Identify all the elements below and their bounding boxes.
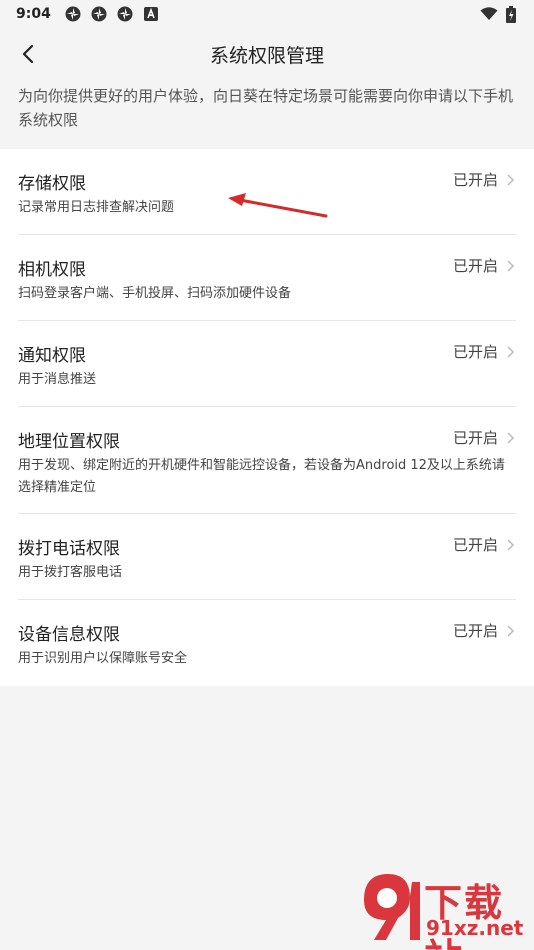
permission-status: 已开启: [453, 534, 516, 555]
permission-item-storage[interactable]: 存储权限 记录常用日志排查解决问题 已开启: [18, 149, 516, 235]
permission-status-text: 已开启: [452, 257, 498, 275]
header: 系统权限管理: [0, 28, 534, 80]
permission-name: 地理位置权限: [18, 432, 120, 452]
permission-status-text: 已开启: [452, 536, 498, 554]
wifi-icon: [480, 7, 498, 20]
permission-status-text: 已开启: [452, 171, 498, 189]
status-right: [480, 5, 516, 23]
chevron-left-icon: [22, 44, 34, 64]
permission-status-text: 已开启: [452, 622, 498, 640]
app-notification-icon: [117, 6, 133, 22]
watermark: 下载站 91xz.net: [358, 870, 526, 950]
permission-name: 设备信息权限: [18, 625, 120, 645]
permission-item-location[interactable]: 地理位置权限 用于发现、绑定附近的开机硬件和智能远控设备，若设备为Android…: [18, 407, 516, 514]
page-title: 系统权限管理: [209, 44, 324, 67]
chevron-right-icon: [507, 538, 515, 551]
chevron-right-icon: [507, 259, 515, 272]
permission-desc: 扫码登录客户端、手机投屏、扫码添加硬件设备: [18, 286, 292, 301]
permission-item-notification[interactable]: 通知权限 用于消息推送 已开启: [18, 321, 516, 407]
status-time: 9:04: [16, 6, 51, 22]
permission-status: 已开启: [453, 620, 516, 641]
permission-name: 拨打电话权限: [18, 539, 120, 559]
status-bar: 9:04: [0, 0, 534, 28]
permission-desc: 用于识别用户以保障账号安全: [18, 651, 188, 666]
permission-desc: 用于发现、绑定附近的开机硬件和智能远控设备，若设备为Android 12及以上系…: [18, 458, 505, 495]
chevron-right-icon: [507, 345, 515, 358]
status-left: 9:04: [16, 6, 159, 22]
watermark-text-bottom: 91xz.net: [426, 916, 524, 940]
watermark-logo-icon: [364, 874, 420, 940]
permissions-list: 存储权限 记录常用日志排查解决问题 已开启 相机权限 扫码登录客户端、手机投屏、…: [0, 149, 534, 686]
intro-text: 为向你提供更好的用户体验，向日葵在特定场景可能需要向你申请以下手机系统权限: [18, 87, 514, 129]
app-notification-icon: [91, 6, 107, 22]
chevron-right-icon: [507, 173, 515, 186]
chevron-right-icon: [507, 431, 515, 444]
permission-status: 已开启: [453, 341, 516, 362]
permission-name: 通知权限: [18, 346, 86, 366]
permission-name: 存储权限: [18, 174, 86, 194]
permission-item-phone-call[interactable]: 拨打电话权限 用于拨打客服电话 已开启: [18, 514, 516, 600]
permission-status: 已开启: [453, 427, 516, 448]
permission-status-text: 已开启: [452, 429, 498, 447]
permission-desc: 用于拨打客服电话: [18, 565, 123, 580]
permission-status: 已开启: [453, 255, 516, 276]
permission-desc: 用于消息推送: [18, 372, 97, 387]
chevron-right-icon: [507, 624, 515, 637]
battery-icon: [506, 5, 516, 23]
app-notification-icon: [65, 6, 81, 22]
permission-status-text: 已开启: [452, 343, 498, 361]
back-button[interactable]: [14, 40, 42, 68]
permission-desc: 记录常用日志排查解决问题: [18, 200, 175, 215]
permission-item-device-info[interactable]: 设备信息权限 用于识别用户以保障账号安全 已开启: [18, 600, 516, 686]
permission-status: 已开启: [453, 169, 516, 190]
permission-name: 相机权限: [18, 260, 86, 280]
a-notification-icon: [143, 7, 158, 21]
permission-item-camera[interactable]: 相机权限 扫码登录客户端、手机投屏、扫码添加硬件设备 已开启: [18, 235, 516, 321]
